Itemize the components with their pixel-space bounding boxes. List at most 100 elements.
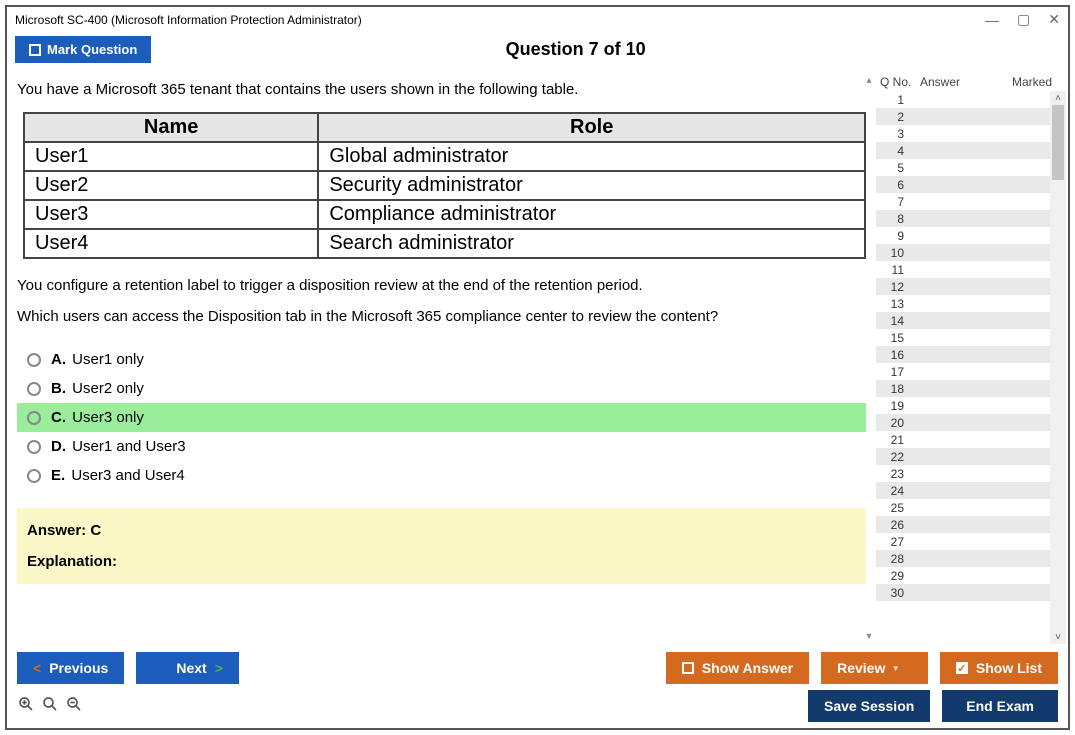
chevron-down-icon: ▾: [893, 663, 898, 674]
table-row: User4Search administrator: [24, 229, 865, 258]
qlist-number: 19: [880, 399, 910, 413]
show-answer-button[interactable]: Show Answer: [666, 652, 809, 684]
options-list: A. User1 only B. User2 only C. User3 onl…: [17, 345, 866, 490]
qlist-row[interactable]: 6: [876, 176, 1066, 193]
next-button[interactable]: Next >: [136, 652, 239, 684]
previous-button[interactable]: < Previous: [17, 652, 124, 684]
qlist-number: 15: [880, 331, 910, 345]
titlebar: Microsoft SC-400 (Microsoft Information …: [7, 7, 1068, 32]
qlist-row[interactable]: 23: [876, 465, 1066, 482]
qlist-row[interactable]: 22: [876, 448, 1066, 465]
radio-icon: [27, 353, 41, 367]
scroll-up-icon[interactable]: ˄: [1055, 91, 1061, 105]
qlist-row[interactable]: 2: [876, 108, 1066, 125]
qlist-row[interactable]: 18: [876, 380, 1066, 397]
zoom-in-icon[interactable]: [41, 695, 59, 718]
check-icon: ✓: [956, 662, 968, 674]
option-d[interactable]: D. User1 and User3: [17, 432, 866, 461]
qlist-row[interactable]: 30: [876, 584, 1066, 601]
chevron-right-icon: >: [215, 660, 223, 676]
qlist-scrollbar[interactable]: ˄ ˅: [1050, 91, 1066, 644]
table-row: User3Compliance administrator: [24, 200, 865, 229]
window-controls: — ▢ ✕: [985, 11, 1060, 28]
qlist-row[interactable]: 13: [876, 295, 1066, 312]
qlist-row[interactable]: 11: [876, 261, 1066, 278]
qlist-number: 29: [880, 569, 910, 583]
qlist-row[interactable]: 8: [876, 210, 1066, 227]
scroll-down-icon[interactable]: ▾: [866, 631, 871, 642]
scroll-thumb[interactable]: [1052, 105, 1064, 180]
qlist-number: 8: [880, 212, 910, 226]
qlist-row[interactable]: 12: [876, 278, 1066, 295]
qlist-row[interactable]: 14: [876, 312, 1066, 329]
header-bar: Mark Question Question 7 of 10: [7, 32, 1068, 73]
qlist-row[interactable]: 10: [876, 244, 1066, 261]
question-line-3: Which users can access the Disposition t…: [17, 308, 866, 325]
zoom-reset-icon[interactable]: [17, 695, 35, 718]
qlist-row[interactable]: 26: [876, 516, 1066, 533]
radio-icon: [27, 382, 41, 396]
table-row: User1Global administrator: [24, 142, 865, 171]
scroll-up-icon[interactable]: ▴: [866, 75, 871, 86]
toolbar: < Previous Next > Show Answer Review ▾ ✓…: [7, 644, 1068, 690]
qlist-row[interactable]: 25: [876, 499, 1066, 516]
qlist-number: 11: [880, 263, 910, 277]
app-window: Microsoft SC-400 (Microsoft Information …: [5, 5, 1070, 730]
qlist-number: 23: [880, 467, 910, 481]
qlist-row[interactable]: 21: [876, 431, 1066, 448]
qlist-body: 1234567891011121314151617181920212223242…: [876, 91, 1066, 644]
option-a[interactable]: A. User1 only: [17, 345, 866, 374]
answer-label: Answer: C: [27, 522, 856, 539]
qlist-row[interactable]: 3: [876, 125, 1066, 142]
checkbox-icon: [682, 662, 694, 674]
question-pane: ▴ ▾ You have a Microsoft 365 tenant that…: [7, 73, 876, 644]
qlist-row[interactable]: 24: [876, 482, 1066, 499]
show-list-button[interactable]: ✓ Show List: [940, 652, 1058, 684]
qlist-row[interactable]: 5: [876, 159, 1066, 176]
qlist-row[interactable]: 9: [876, 227, 1066, 244]
qlist-row[interactable]: 17: [876, 363, 1066, 380]
toolbar-row-2: Save Session End Exam: [7, 690, 1068, 728]
qlist-number: 20: [880, 416, 910, 430]
qlist-number: 25: [880, 501, 910, 515]
qlist-row[interactable]: 1: [876, 91, 1066, 108]
end-exam-button[interactable]: End Exam: [942, 690, 1058, 722]
qlist-row[interactable]: 28: [876, 550, 1066, 567]
qlist-row[interactable]: 4: [876, 142, 1066, 159]
qlist-row[interactable]: 16: [876, 346, 1066, 363]
qlist-number: 1: [880, 93, 910, 107]
option-c[interactable]: C. User3 only: [17, 403, 866, 432]
table-header-role: Role: [318, 113, 865, 142]
qlist-header-answer: Answer: [920, 75, 990, 89]
save-session-button[interactable]: Save Session: [808, 690, 930, 722]
question-line-2: You configure a retention label to trigg…: [17, 277, 866, 294]
scroll-down-icon[interactable]: ˅: [1055, 630, 1061, 644]
qlist-row[interactable]: 20: [876, 414, 1066, 431]
option-b[interactable]: B. User2 only: [17, 374, 866, 403]
answer-box: Answer: C Explanation:: [17, 508, 866, 584]
zoom-out-icon[interactable]: [65, 695, 83, 718]
qlist-number: 16: [880, 348, 910, 362]
qlist-number: 17: [880, 365, 910, 379]
review-button[interactable]: Review ▾: [821, 652, 928, 684]
question-scrollbar[interactable]: ▴ ▾: [862, 73, 876, 644]
qlist-number: 26: [880, 518, 910, 532]
qlist-number: 2: [880, 110, 910, 124]
option-e[interactable]: E. User3 and User4: [17, 461, 866, 490]
qlist-number: 21: [880, 433, 910, 447]
close-icon[interactable]: ✕: [1048, 11, 1060, 28]
qlist-number: 30: [880, 586, 910, 600]
minimize-icon[interactable]: —: [985, 12, 999, 28]
qlist-row[interactable]: 15: [876, 329, 1066, 346]
qlist-number: 10: [880, 246, 910, 260]
qlist-row[interactable]: 7: [876, 193, 1066, 210]
question-list-pane: Q No. Answer Marked 12345678910111213141…: [876, 73, 1066, 644]
qlist-number: 5: [880, 161, 910, 175]
table-header-name: Name: [24, 113, 318, 142]
qlist-row[interactable]: 27: [876, 533, 1066, 550]
qlist-row[interactable]: 19: [876, 397, 1066, 414]
qlist-number: 28: [880, 552, 910, 566]
qlist-row[interactable]: 29: [876, 567, 1066, 584]
qlist-header-marked: Marked: [990, 75, 1062, 89]
maximize-icon[interactable]: ▢: [1017, 11, 1030, 28]
